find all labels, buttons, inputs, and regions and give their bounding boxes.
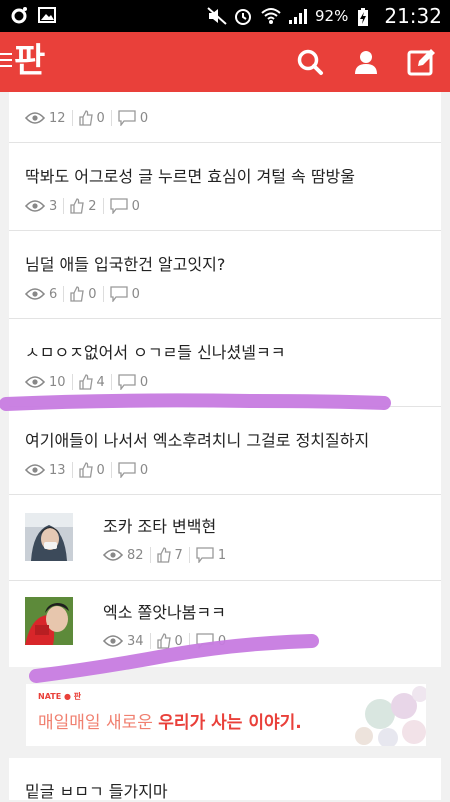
list-item[interactable]: 여기애들이 나서서 엑소후려치니 그걸로 정치질하지 13 0 0 [9, 407, 441, 495]
post-meta: 12 0 0 [25, 110, 148, 126]
post-title: 여기애들이 나서서 엑소후려치니 그걸로 정치질하지 [25, 431, 370, 450]
post-title: 엑소 쫄앗나봄ㅋㅋ [103, 603, 226, 622]
thumbs-up-icon [78, 374, 93, 390]
post-title: 딱봐도 어그로성 글 누르면 효심이 겨털 속 땀방울 [25, 167, 356, 186]
comment-count: 0 [139, 462, 149, 478]
comment-icon [196, 547, 214, 563]
eye-icon [103, 549, 123, 561]
list-item[interactable]: 엑소 쫄앗나봄ㅋㅋ 34 0 0 [9, 581, 441, 667]
comment-icon [118, 110, 136, 126]
post-meta: 6 0 0 [25, 286, 140, 302]
view-count: 13 [49, 462, 66, 478]
post-thumbnail [25, 597, 73, 645]
eye-icon [25, 200, 45, 212]
like-count: 0 [96, 110, 105, 126]
alarm-icon [234, 7, 252, 25]
like-count: 2 [88, 198, 97, 214]
thumbs-up-icon [78, 110, 93, 126]
profile-button[interactable] [348, 44, 384, 80]
thumbs-up-icon [156, 547, 171, 563]
comment-icon [109, 198, 128, 214]
thumbs-up-icon [70, 286, 85, 302]
banner-text-plain: 매일매일 새로운 [38, 713, 159, 733]
mute-icon [207, 7, 227, 25]
search-button[interactable] [292, 44, 328, 80]
post-meta: 3 2 0 [25, 198, 140, 214]
eye-icon [25, 464, 45, 476]
comment-count: 0 [217, 633, 227, 649]
list-item[interactable]: 조카 조타 변백현 82 7 1 [9, 495, 441, 581]
post-meta: 82 7 1 [103, 547, 226, 563]
view-count: 6 [49, 286, 58, 302]
comment-count: 0 [131, 198, 140, 214]
list-item[interactable]: 12 0 0 [9, 92, 441, 143]
like-count: 0 [96, 462, 105, 478]
status-bar: 92% 21:32 [0, 0, 450, 32]
eye-icon [25, 376, 45, 388]
view-count: 10 [49, 374, 66, 390]
view-count: 34 [127, 633, 144, 649]
view-count: 82 [127, 547, 144, 563]
thumbs-up-icon [70, 198, 85, 214]
post-title: 님덜 애들 입국한건 알고잇지? [25, 255, 226, 274]
comment-count: 0 [139, 374, 149, 390]
signal-icon [288, 7, 308, 25]
comment-icon [118, 374, 136, 390]
eye-icon [103, 635, 123, 647]
notification-dot-icon [10, 6, 28, 24]
thumbs-up-icon [156, 633, 171, 649]
view-count: 12 [49, 110, 66, 126]
post-thumbnail [25, 513, 73, 561]
write-button[interactable] [404, 44, 440, 80]
like-count: 7 [174, 547, 183, 563]
battery-level: 92% [315, 7, 349, 25]
comment-icon [118, 462, 136, 478]
post-list: 12 0 0 딱봐도 어그로성 글 누르면 효심이 겨털 속 땀방울 3 2 0… [9, 92, 441, 667]
post-title: 조카 조타 변백현 [103, 517, 217, 536]
list-item[interactable]: 밑글 ㅂㅁㄱ 들가지마 [9, 758, 441, 801]
like-count: 0 [174, 633, 183, 649]
comment-count: 0 [131, 286, 140, 302]
view-count: 3 [49, 198, 58, 214]
ad-banner[interactable]: NATE ● 판 매일매일 새로운 우리가 사는 이야기. [26, 684, 426, 746]
banner-brand: NATE ● 판 [38, 692, 82, 701]
post-meta: 34 0 0 [103, 633, 226, 649]
wifi-icon [261, 7, 281, 25]
user-icon [355, 51, 377, 74]
post-title: 밑글 ㅂㅁㄱ 들가지마 [25, 782, 168, 801]
app-header: 판 [0, 32, 450, 92]
edit-icon [407, 49, 435, 76]
like-count: 0 [88, 286, 97, 302]
post-title: ㅅㅁㅇㅈ없어서 ㅇㄱㄹ들 신나셨넬ㅋㅋ [25, 343, 286, 362]
post-meta: 10 4 0 [25, 374, 148, 390]
eye-icon [25, 112, 45, 124]
banner-text: 매일매일 새로운 우리가 사는 이야기. [38, 708, 302, 733]
thumbs-up-icon [78, 462, 93, 478]
search-icon [297, 49, 323, 75]
gallery-icon [38, 6, 56, 24]
list-item[interactable]: ㅅㅁㅇㅈ없어서 ㅇㄱㄹ들 신나셨넬ㅋㅋ 10 4 0 [9, 319, 441, 407]
banner-text-strong: 우리가 사는 이야기. [158, 713, 302, 733]
pearls-image [355, 686, 426, 746]
comment-icon [196, 633, 214, 649]
list-item[interactable]: 님덜 애들 입국한건 알고잇지? 6 0 0 [9, 231, 441, 319]
comment-count: 1 [217, 547, 227, 563]
post-meta: 13 0 0 [25, 462, 148, 478]
battery-charging-icon [357, 7, 375, 26]
eye-icon [25, 288, 45, 300]
comment-icon [109, 286, 128, 302]
post-list-next: 밑글 ㅂㅁㄱ 들가지마 [9, 758, 441, 801]
app-logo[interactable]: 판 [14, 40, 45, 82]
menu-icon[interactable] [0, 53, 14, 71]
like-count: 4 [96, 374, 105, 390]
clock: 21:32 [384, 4, 442, 28]
comment-count: 0 [139, 110, 149, 126]
list-item[interactable]: 딱봐도 어그로성 글 누르면 효심이 겨털 속 땀방울 3 2 0 [9, 143, 441, 231]
